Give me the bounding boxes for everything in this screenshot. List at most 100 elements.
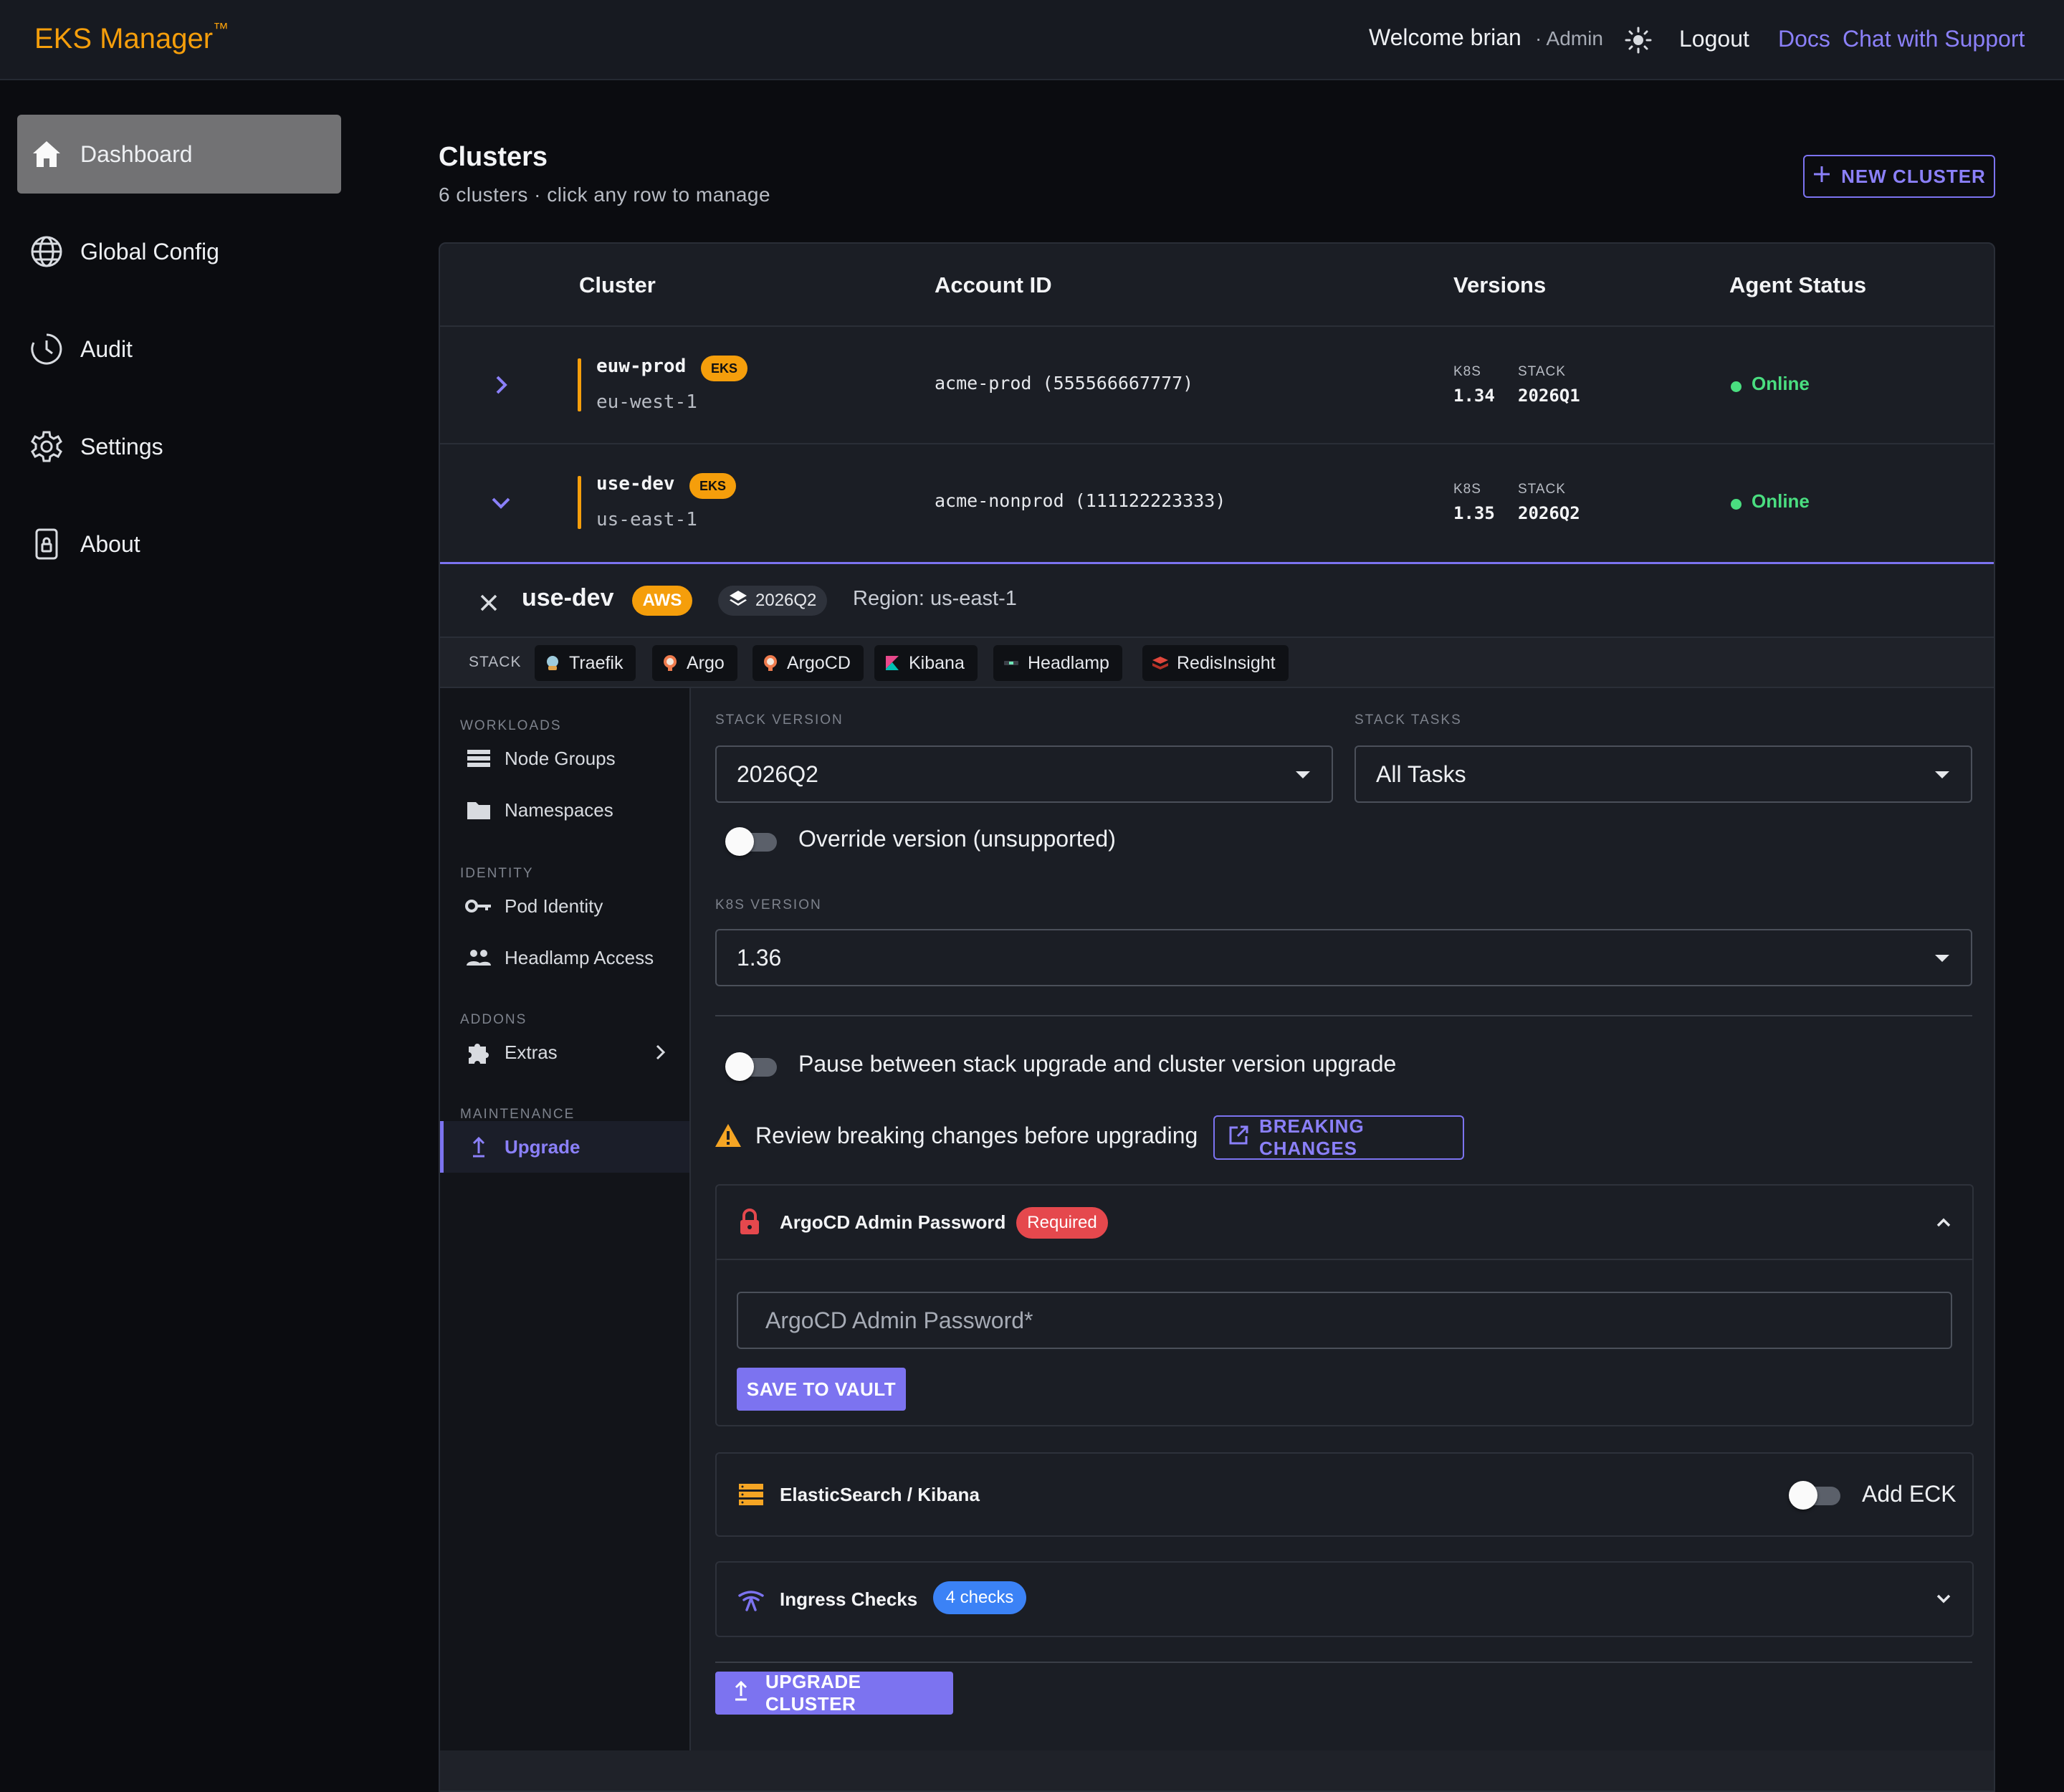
chat-support-link[interactable]: Chat with Support	[1843, 26, 2025, 52]
stack-version-select[interactable]: 2026Q2	[715, 745, 1333, 803]
new-cluster-button[interactable]: NEW CLUSTER	[1803, 155, 1995, 198]
subnav-upgrade[interactable]: Upgrade	[440, 1121, 689, 1173]
ingress-checks-panel[interactable]: Ingress Checks 4 checks	[715, 1561, 1974, 1637]
k8s-version: 1.34	[1453, 386, 1495, 406]
clusters-table: Cluster Account ID Versions Agent Status…	[439, 242, 1995, 1792]
stack-bar: STACK Traefik Argo ArgoCD Kibana Headlam…	[440, 637, 1994, 688]
section-maintenance: MAINTENANCE	[460, 1107, 575, 1122]
chevron-down-icon[interactable]	[483, 485, 519, 520]
elasticsearch-panel: ElasticSearch / Kibana Add ECK	[715, 1452, 1974, 1537]
trademark: ™	[213, 19, 229, 37]
argocd-icon	[761, 654, 780, 672]
antenna-icon	[737, 1587, 765, 1616]
server-stack-icon	[738, 1482, 764, 1510]
dropdown-arrow-icon	[1935, 771, 1949, 778]
card-footer	[440, 1750, 1994, 1791]
detail-region: Region: us-east-1	[853, 587, 1017, 610]
argocd-panel-title: ArgoCD Admin Password	[780, 1211, 1006, 1233]
top-bar: EKS Manager™ Welcome brian · Admin Logou…	[0, 0, 2064, 80]
account-id: acme-prod (555566667777)	[935, 373, 1194, 394]
eks-badge: EKS	[689, 473, 737, 499]
stack-label: STACK	[1518, 482, 1566, 497]
cluster-name: use-dev	[596, 473, 675, 495]
docs-link[interactable]: Docs	[1778, 26, 1830, 52]
stack-chip-argo[interactable]: Argo	[652, 645, 737, 681]
headlamp-icon	[1002, 654, 1021, 672]
stack-tasks-label: STACK TASKS	[1354, 712, 1462, 728]
divider	[715, 1015, 1972, 1016]
subnav-pod-identity[interactable]: Pod Identity	[440, 880, 689, 932]
k8s-version-select[interactable]: 1.36	[715, 929, 1972, 986]
stack-tasks-select[interactable]: All Tasks	[1354, 745, 1972, 803]
override-version-label: Override version (unsupported)	[798, 826, 1116, 852]
argocd-password-input[interactable]: ArgoCD Admin Password*	[737, 1292, 1952, 1349]
list-icon	[464, 744, 493, 773]
breaking-changes-button[interactable]: BREAKING CHANGES	[1213, 1115, 1464, 1160]
stack-chip-headlamp[interactable]: Headlamp	[993, 645, 1122, 681]
key-icon	[464, 892, 493, 920]
eks-badge: EKS	[701, 356, 748, 381]
table-row-use-dev[interactable]: use-dev EKS us-east-1 acme-nonprod (1111…	[440, 443, 1994, 561]
sidebar-item-about[interactable]: About	[17, 505, 341, 583]
stack-chip-kibana[interactable]: Kibana	[874, 645, 978, 681]
stack-version-chip: 2026Q2	[718, 586, 827, 616]
stack-label: STACK	[469, 654, 522, 670]
sidebar-item-global-config[interactable]: Global Config	[17, 212, 341, 291]
override-version-toggle[interactable]	[725, 827, 780, 856]
kibana-icon	[883, 654, 902, 672]
stack-version-label: STACK VERSION	[715, 712, 844, 728]
chevron-right-icon[interactable]	[483, 367, 519, 403]
agent-status: Online	[1752, 373, 1810, 394]
cluster-detail-header: use-dev AWS 2026Q2 Region: us-east-1	[440, 562, 1994, 637]
lock-icon	[29, 526, 64, 562]
stack-chip-redisinsight[interactable]: RedisInsight	[1142, 645, 1289, 681]
column-header-agent-status[interactable]: Agent Status	[1729, 272, 1866, 298]
pause-upgrade-toggle[interactable]	[725, 1052, 780, 1081]
cluster-region: us-east-1	[596, 509, 697, 530]
upgrade-cluster-button[interactable]: UPGRADE CLUSTER	[715, 1671, 953, 1715]
account-id: acme-nonprod (111122223333)	[935, 490, 1226, 511]
k8s-version: 1.35	[1453, 503, 1495, 523]
aws-badge: AWS	[632, 586, 692, 616]
column-header-cluster[interactable]: Cluster	[579, 272, 656, 298]
sidebar-item-audit[interactable]: Audit	[17, 310, 341, 389]
upgrade-arrow-icon	[464, 1133, 493, 1161]
page-subtitle: 6 clusters · click any row to manage	[439, 184, 771, 206]
stack-chip-traefik[interactable]: Traefik	[535, 645, 636, 681]
logout-link[interactable]: Logout	[1679, 26, 1749, 52]
sun-icon[interactable]	[1624, 26, 1653, 54]
add-eck-toggle[interactable]	[1789, 1481, 1843, 1510]
stack-chip-argocd[interactable]: ArgoCD	[752, 645, 864, 681]
cluster-region: eu-west-1	[596, 391, 697, 413]
chevron-up-icon[interactable]	[1931, 1210, 1956, 1239]
table-row-euw-prod[interactable]: euw-prod EKS eu-west-1 acme-prod (555566…	[440, 325, 1994, 443]
folder-icon	[464, 796, 493, 824]
save-to-vault-button[interactable]: SAVE TO VAULT	[737, 1368, 906, 1411]
redis-icon	[1151, 654, 1170, 672]
puzzle-icon	[464, 1038, 493, 1067]
gear-icon	[29, 429, 64, 464]
subnav-headlamp-access[interactable]: Headlamp Access	[440, 932, 689, 983]
subnav-node-groups[interactable]: Node Groups	[440, 733, 689, 784]
close-icon[interactable]	[474, 588, 503, 617]
sidebar-item-dashboard[interactable]: Dashboard	[17, 115, 341, 194]
column-header-account[interactable]: Account ID	[935, 272, 1052, 298]
elasticsearch-panel-title: ElasticSearch / Kibana	[780, 1484, 980, 1505]
subnav-namespaces[interactable]: Namespaces	[440, 784, 689, 836]
chevron-down-icon[interactable]	[1931, 1586, 1956, 1615]
dropdown-arrow-icon	[1296, 771, 1310, 778]
chevron-right-icon	[648, 1039, 674, 1069]
sidebar-item-settings[interactable]: Settings	[17, 407, 341, 486]
divider	[715, 1662, 1972, 1663]
argocd-password-panel: ArgoCD Admin Password Required ArgoCD Ad…	[715, 1184, 1974, 1426]
stack-version: 2026Q2	[1518, 503, 1580, 523]
column-header-versions[interactable]: Versions	[1453, 272, 1546, 298]
app-brand[interactable]: EKS Manager™	[34, 19, 229, 55]
stack-version: 2026Q1	[1518, 386, 1580, 406]
argo-icon	[661, 654, 679, 672]
status-dot	[1731, 499, 1742, 510]
home-icon	[29, 136, 64, 172]
plus-icon	[1812, 165, 1831, 189]
subnav-extras[interactable]: Extras	[440, 1026, 689, 1078]
warning-icon	[714, 1123, 742, 1152]
